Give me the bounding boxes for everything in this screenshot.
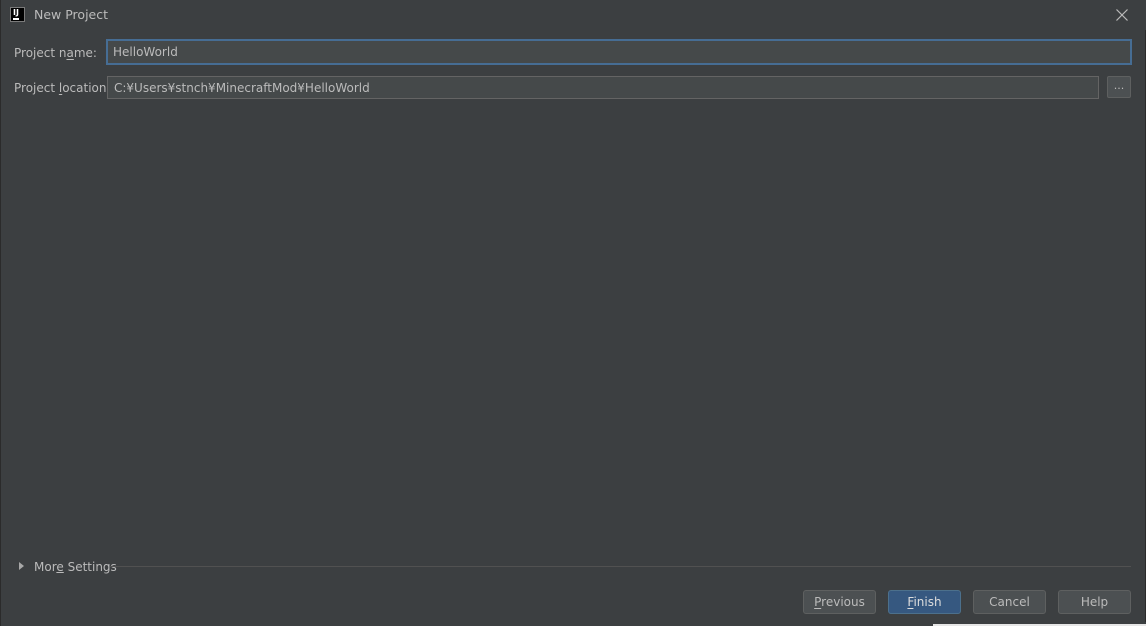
more-settings-label: More Settings: [34, 559, 117, 575]
project-name-label: Project name:: [14, 45, 97, 61]
project-name-input[interactable]: [106, 39, 1132, 65]
more-settings-label-mnemonic: e: [56, 560, 64, 574]
app-icon-glyph: IJ: [13, 8, 19, 17]
project-location-label-post: ocation:: [62, 81, 111, 95]
more-settings-label-pre: Mor: [34, 560, 57, 574]
window-title: New Project: [34, 7, 109, 22]
project-name-label-post: me:: [73, 46, 97, 60]
title-bar[interactable]: IJ New Project: [1, 0, 1146, 30]
window-bottom-edge: [1, 622, 1146, 626]
expand-triangle-icon: [19, 562, 24, 570]
project-location-label: Project location:: [14, 80, 111, 96]
app-icon-bar: [13, 18, 19, 20]
project-name-label-pre: Project n: [14, 46, 67, 60]
finish-button-label: inish: [913, 595, 942, 609]
finish-button[interactable]: Finish: [888, 590, 961, 614]
more-settings-label-post: Settings: [63, 560, 117, 574]
project-location-input[interactable]: [107, 76, 1099, 99]
browse-location-button[interactable]: ...: [1107, 76, 1131, 98]
more-settings-separator: [110, 566, 1131, 567]
new-project-dialog: IJ New Project Project name: Project loc…: [0, 0, 1146, 626]
previous-button[interactable]: Previous: [803, 590, 876, 614]
close-button[interactable]: [1111, 4, 1133, 26]
intellij-app-icon: IJ: [10, 7, 25, 22]
project-name-label-mnemonic: a: [66, 46, 74, 60]
close-icon: [1116, 9, 1128, 21]
previous-button-label: revious: [821, 595, 865, 609]
cancel-button[interactable]: Cancel: [973, 590, 1046, 614]
project-location-label-pre: Project: [14, 81, 59, 95]
help-button[interactable]: Help: [1058, 590, 1131, 614]
